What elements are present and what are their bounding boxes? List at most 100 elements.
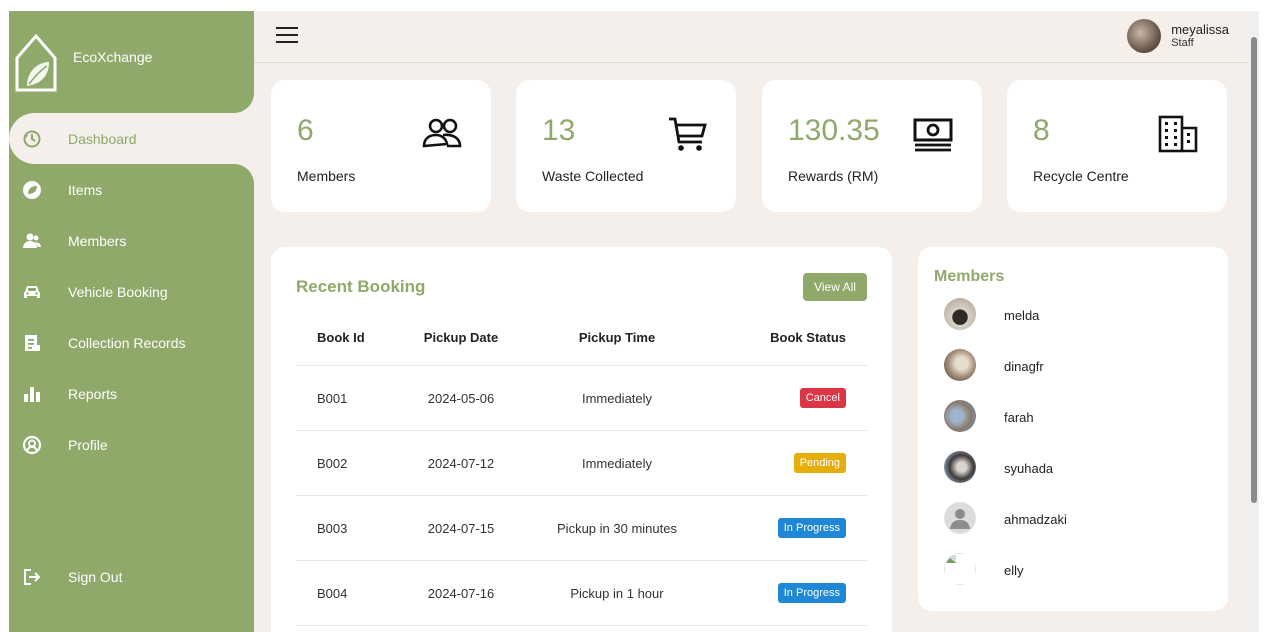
avatar: [944, 400, 976, 432]
recent-booking-title: Recent Booking: [296, 277, 426, 296]
pickup-date: 2024-05-06: [427, 390, 495, 406]
stat-label: Members: [297, 168, 356, 184]
table-row: B003 2024-07-15 Pickup in 30 minutes In …: [296, 496, 867, 561]
sidebar-item-members[interactable]: Members: [9, 215, 254, 266]
sidebar-item-label: Dashboard: [68, 130, 137, 147]
pickup-date: 2024-07-16: [427, 585, 495, 601]
document-icon: [21, 332, 43, 354]
stat-value: 8: [1033, 114, 1050, 147]
sidebar-item-label: Members: [68, 232, 127, 249]
sign-out-button[interactable]: Sign Out: [9, 551, 254, 602]
pickup-time: Pickup in 1 hour: [570, 585, 664, 601]
sidebar-item-label: Items: [68, 181, 103, 198]
view-all-button[interactable]: View All: [803, 273, 867, 301]
page-scrollbar[interactable]: [1249, 11, 1259, 632]
menu-toggle-icon[interactable]: [276, 27, 298, 45]
column-header: Pickup Time: [578, 329, 656, 345]
list-item[interactable]: syuhada: [944, 451, 1067, 502]
pickup-time: Immediately: [581, 390, 653, 406]
avatar: [1127, 19, 1162, 53]
topbar: meyalissa Staff: [254, 11, 1249, 63]
sidebar-item-reports[interactable]: Reports: [9, 368, 254, 419]
sidebar-signout: Sign Out: [9, 551, 254, 602]
money-icon: [913, 118, 953, 152]
pickup-time: Pickup in 30 minutes: [557, 520, 677, 536]
sidebar-item-profile[interactable]: Profile: [9, 419, 254, 470]
column-header: Pickup Date: [423, 329, 499, 345]
book-id: B001: [317, 390, 348, 406]
pickup-date: 2024-07-12: [427, 455, 495, 471]
members-panel: Members melda dinagfr farah syuhada ahma…: [918, 247, 1228, 611]
avatar: [944, 349, 976, 381]
member-name: elly: [1004, 563, 1024, 578]
stat-value: 13: [542, 114, 576, 147]
sidebar-item-collection-records[interactable]: Collection Records: [9, 317, 254, 368]
sign-out-label: Sign Out: [68, 568, 123, 585]
stat-card-rewards: 130.35 Rewards (RM): [762, 80, 982, 212]
list-item[interactable]: elly: [944, 553, 1067, 604]
status-badge: Cancel: [799, 388, 846, 408]
column-header: Book Status: [770, 329, 846, 345]
stat-value: 130.35: [788, 114, 880, 147]
book-id: B003: [317, 520, 348, 536]
list-item[interactable]: farah: [944, 400, 1067, 451]
stat-card-recycle-centre: 8 Recycle Centre: [1007, 80, 1227, 212]
building-icon: [1158, 115, 1198, 153]
user-role: Staff: [1171, 37, 1194, 49]
app-frame: EcoXchange Dashboard Items Members Vehic…: [9, 11, 1259, 632]
list-item[interactable]: ahmadzaki: [944, 502, 1067, 553]
user-name: meyalissa: [1171, 22, 1229, 37]
booking-table: Book Id Pickup Date Pickup Time Book Sta…: [296, 309, 867, 626]
book-id: B004: [317, 585, 348, 601]
stat-card-members: 6 Members: [271, 80, 491, 212]
avatar: [944, 298, 976, 330]
member-name: syuhada: [1004, 461, 1054, 476]
list-item[interactable]: melda: [944, 298, 1067, 349]
sidebar-item-label: Vehicle Booking: [68, 283, 168, 300]
status-badge: In Progress: [777, 518, 846, 538]
pickup-time: Immediately: [581, 455, 653, 471]
stat-label: Waste Collected: [542, 168, 644, 184]
book-id: B002: [317, 455, 348, 471]
members-title: Members: [934, 268, 1005, 285]
sign-out-icon: [21, 566, 43, 588]
member-name: farah: [1004, 410, 1034, 425]
brand: EcoXchange: [9, 11, 254, 111]
user-menu[interactable]: meyalissa Staff: [1127, 19, 1229, 53]
table-row: B002 2024-07-12 Immediately Pending: [296, 431, 867, 496]
sidebar-item-dashboard[interactable]: Dashboard: [9, 113, 254, 164]
default-avatar-icon: [944, 502, 976, 534]
leaf-icon: [21, 179, 43, 201]
ecoxchange-logo: [15, 33, 57, 92]
pickup-date: 2024-07-15: [427, 520, 495, 536]
sidebar-item-vehicle-booking[interactable]: Vehicle Booking: [9, 266, 254, 317]
sidebar-item-label: Profile: [68, 436, 108, 453]
sidebar-item-items[interactable]: Items: [9, 164, 254, 215]
sidebar: EcoXchange Dashboard Items Members Vehic…: [9, 11, 254, 632]
status-badge: Pending: [793, 453, 846, 473]
bar-chart-icon: [21, 383, 43, 405]
users-icon: [21, 230, 43, 252]
people-icon: [422, 118, 462, 148]
stat-value: 6: [297, 114, 314, 147]
avatar: [944, 451, 976, 483]
status-badge: In Progress: [777, 583, 846, 603]
column-header: Book Id: [317, 329, 365, 345]
member-name: melda: [1004, 308, 1040, 323]
table-header: Book Id Pickup Date Pickup Time Book Sta…: [296, 309, 867, 366]
broken-image-icon: [944, 553, 976, 585]
sidebar-item-label: Reports: [68, 385, 118, 402]
table-row: B004 2024-07-16 Pickup in 1 hour In Prog…: [296, 561, 867, 626]
member-name: dinagfr: [1004, 359, 1044, 374]
stat-label: Recycle Centre: [1033, 168, 1129, 184]
list-item[interactable]: dinagfr: [944, 349, 1067, 400]
sidebar-item-label: Collection Records: [68, 334, 186, 351]
profile-icon: [21, 434, 43, 456]
stat-label: Rewards (RM): [788, 168, 879, 184]
scrollbar-thumb[interactable]: [1251, 37, 1257, 503]
stat-card-waste-collected: 13 Waste Collected: [516, 80, 736, 212]
sidebar-nav: Dashboard Items Members Vehicle Booking: [9, 113, 254, 470]
members-list: melda dinagfr farah syuhada ahmadzaki el…: [944, 298, 1067, 604]
recent-booking-panel: Recent Booking View All Book Id Pickup D…: [271, 247, 892, 632]
member-name: ahmadzaki: [1004, 512, 1067, 527]
